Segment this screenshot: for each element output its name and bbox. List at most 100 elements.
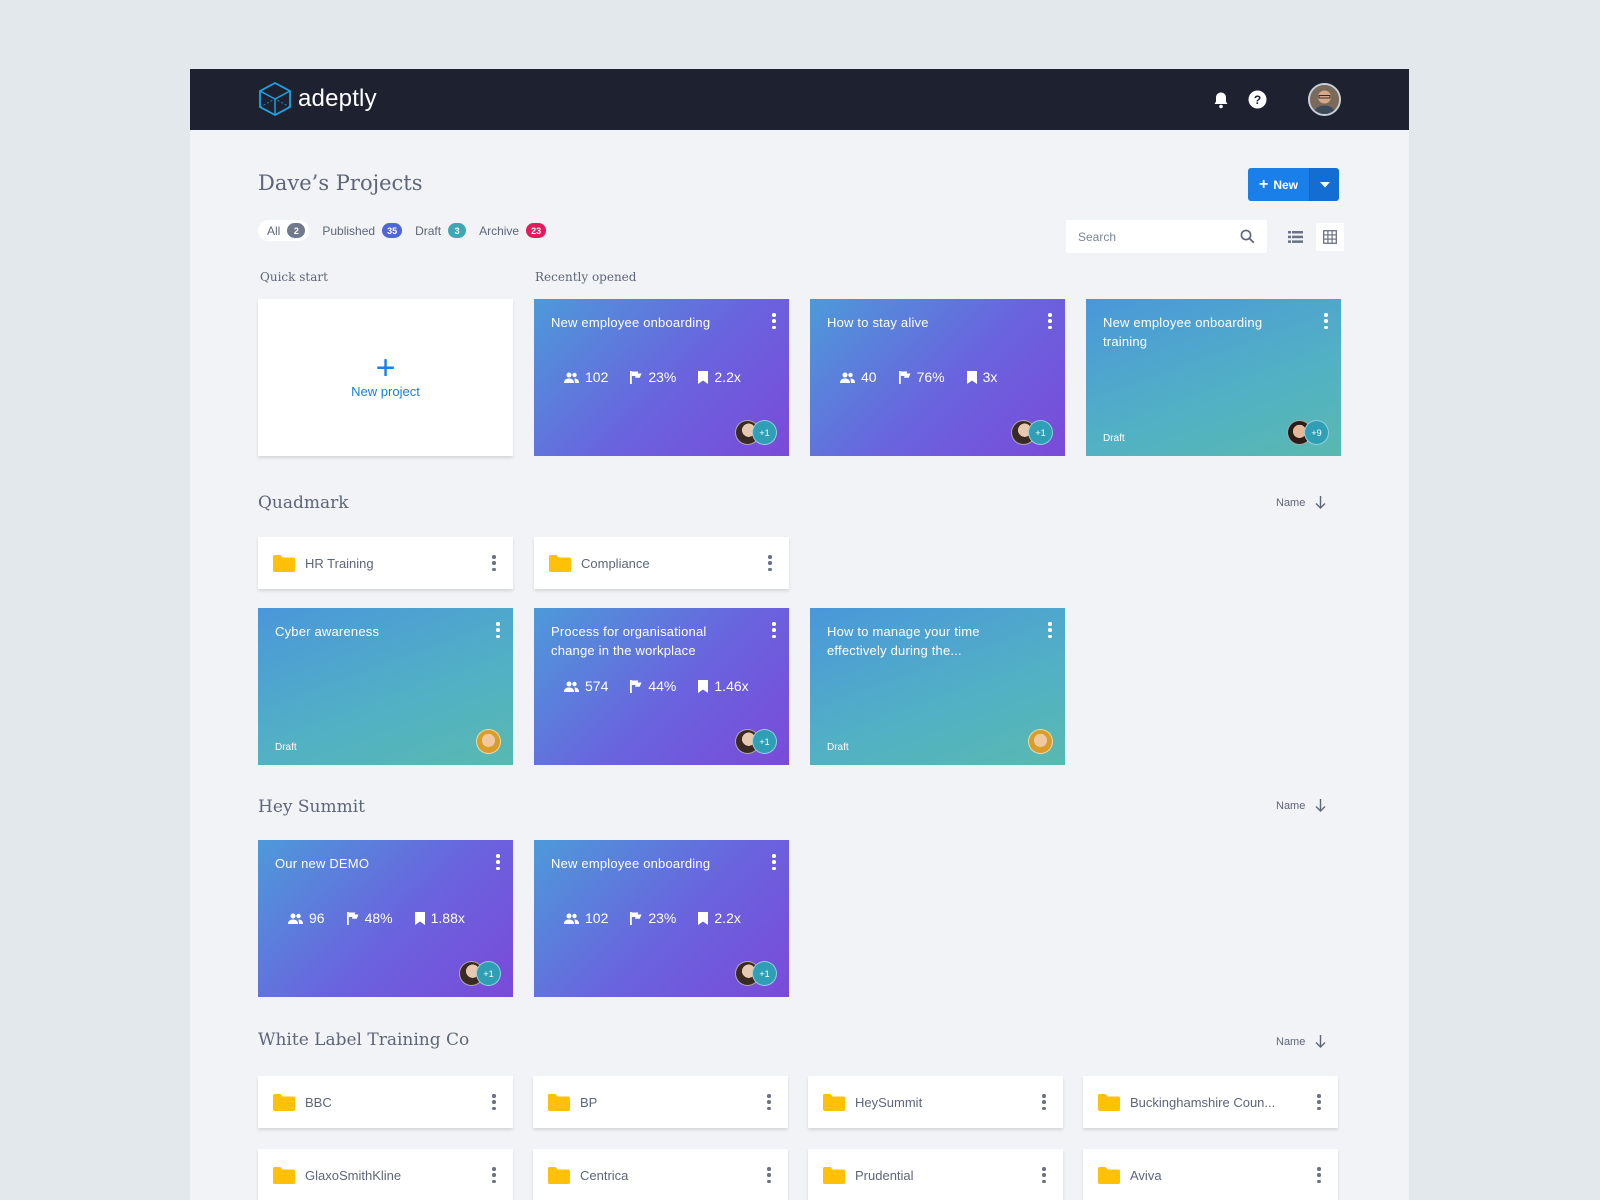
more-menu-icon[interactable] — [1047, 622, 1053, 638]
flag-icon — [898, 370, 911, 384]
more-menu-icon[interactable] — [766, 1094, 772, 1110]
grid-view-toggle[interactable] — [1316, 223, 1344, 251]
sort-control[interactable]: Name — [1276, 799, 1326, 812]
section-title-hey-summit: Hey Summit — [258, 797, 365, 817]
more-menu-icon[interactable] — [767, 555, 773, 571]
project-card[interactable]: Our new DEMO 96 48% 1.88x +1 — [258, 840, 513, 997]
more-menu-icon[interactable] — [1316, 1094, 1322, 1110]
more-menu-icon[interactable] — [766, 1167, 772, 1183]
collaborators[interactable]: +1 — [1011, 420, 1053, 445]
project-card[interactable]: How to stay alive 40 76% 3x +1 — [810, 299, 1065, 456]
project-card[interactable]: New employee onboarding 102 23% 2.2x +1 — [534, 840, 789, 997]
folder-icon — [823, 1166, 845, 1184]
sort-control[interactable]: Name — [1276, 496, 1326, 509]
more-menu-icon[interactable] — [771, 622, 777, 638]
collaborators[interactable]: +1 — [735, 961, 777, 986]
arrow-down-icon — [1315, 496, 1326, 509]
folder-card[interactable]: BP — [533, 1076, 788, 1128]
folder-card[interactable]: BBC — [258, 1076, 513, 1128]
collaborators[interactable]: +1 — [459, 961, 501, 986]
count-badge: 3 — [448, 223, 467, 238]
cube-logo-icon — [259, 81, 291, 117]
list-view-icon — [1287, 231, 1303, 243]
project-title: New employee onboarding — [551, 315, 711, 330]
quick-start-label: Quick start — [260, 270, 328, 284]
engagement-multiplier: 2.2x — [714, 369, 741, 385]
more-menu-icon[interactable] — [1041, 1094, 1047, 1110]
search-icon[interactable] — [1240, 229, 1255, 244]
project-title: New employee onboarding — [551, 856, 711, 871]
top-bar: adeptly ? — [190, 69, 1409, 130]
more-collaborators-badge: +1 — [752, 420, 777, 445]
learners-count: 102 — [585, 369, 609, 385]
learners-count: 574 — [585, 678, 609, 694]
filter-archive[interactable]: Archive 23 — [479, 223, 547, 238]
engagement-multiplier: 1.88x — [430, 910, 465, 926]
count-badge: 23 — [526, 223, 547, 238]
folder-card[interactable]: Buckinghamshire Coun... — [1083, 1076, 1338, 1128]
filter-all[interactable]: All 2 — [258, 220, 310, 241]
flag-icon — [630, 370, 642, 384]
project-card[interactable]: Cyber awareness Draft — [258, 608, 513, 765]
filter-draft[interactable]: Draft 3 — [415, 223, 467, 238]
collaborators[interactable] — [1028, 729, 1053, 754]
collaborators[interactable] — [476, 729, 501, 754]
project-title: How to manage your time effectively duri… — [827, 624, 980, 658]
project-stats: 102 23% 2.2x — [564, 910, 763, 926]
filter-label: Draft — [415, 223, 442, 238]
more-menu-icon[interactable] — [1041, 1167, 1047, 1183]
collaborators[interactable]: +9 — [1287, 420, 1329, 445]
count-badge: 2 — [287, 223, 306, 238]
avatar — [476, 729, 501, 754]
project-card[interactable]: Process for organisational change in the… — [534, 608, 789, 765]
folder-card[interactable]: HR Training — [258, 537, 513, 589]
caret-down-icon — [1319, 181, 1330, 187]
count-badge: 35 — [382, 223, 403, 238]
folder-card[interactable]: Prudential — [808, 1149, 1063, 1200]
project-card[interactable]: New employee onboarding training Draft +… — [1086, 299, 1341, 456]
more-menu-icon[interactable] — [1047, 313, 1053, 329]
learners-count: 102 — [585, 910, 609, 926]
more-menu-icon[interactable] — [491, 1167, 497, 1183]
collaborators[interactable]: +1 — [735, 420, 777, 445]
list-view-toggle[interactable] — [1283, 225, 1307, 249]
more-menu-icon[interactable] — [771, 313, 777, 329]
more-collaborators-badge: +1 — [752, 961, 777, 986]
completion-rate: 76% — [916, 369, 945, 385]
more-collaborators-badge: +1 — [1028, 420, 1053, 445]
folder-card[interactable]: HeySummit — [808, 1076, 1063, 1128]
plus-icon: + — [1258, 175, 1269, 193]
folder-card[interactable]: Aviva — [1083, 1149, 1338, 1200]
project-card[interactable]: How to manage your time effectively duri… — [810, 608, 1065, 765]
page-title: Dave’s Projects — [258, 171, 423, 195]
more-collaborators-badge: +1 — [752, 729, 777, 754]
folder-card[interactable]: Compliance — [534, 537, 789, 589]
more-menu-icon[interactable] — [495, 622, 501, 638]
sort-label: Name — [1276, 799, 1306, 812]
folder-card[interactable]: Centrica — [533, 1149, 788, 1200]
bell-icon[interactable] — [1210, 89, 1232, 111]
more-menu-icon[interactable] — [491, 1094, 497, 1110]
new-button-label: New — [1273, 177, 1299, 192]
more-menu-icon[interactable] — [1323, 313, 1329, 329]
new-dropdown-button[interactable] — [1309, 168, 1339, 201]
more-menu-icon[interactable] — [491, 555, 497, 571]
more-menu-icon[interactable] — [1316, 1167, 1322, 1183]
help-icon[interactable]: ? — [1246, 89, 1268, 111]
draft-tag: Draft — [1103, 433, 1125, 444]
folder-card[interactable]: GlaxoSmithKline — [258, 1149, 513, 1200]
engagement-multiplier: 1.46x — [714, 678, 749, 694]
people-icon — [564, 681, 579, 692]
user-avatar[interactable] — [1308, 83, 1341, 116]
new-project-card[interactable]: + New project — [258, 299, 513, 456]
more-collaborators-badge: +1 — [476, 961, 501, 986]
project-card[interactable]: New employee onboarding 102 23% 2.2x +1 — [534, 299, 789, 456]
search-input[interactable] — [1078, 229, 1228, 244]
more-menu-icon[interactable] — [771, 854, 777, 870]
sort-control[interactable]: Name — [1276, 1035, 1326, 1048]
new-button[interactable]: + New — [1248, 168, 1309, 201]
collaborators[interactable]: +1 — [735, 729, 777, 754]
more-menu-icon[interactable] — [495, 854, 501, 870]
filter-published[interactable]: Published 35 — [322, 223, 403, 238]
logo[interactable]: adeptly — [258, 81, 377, 117]
